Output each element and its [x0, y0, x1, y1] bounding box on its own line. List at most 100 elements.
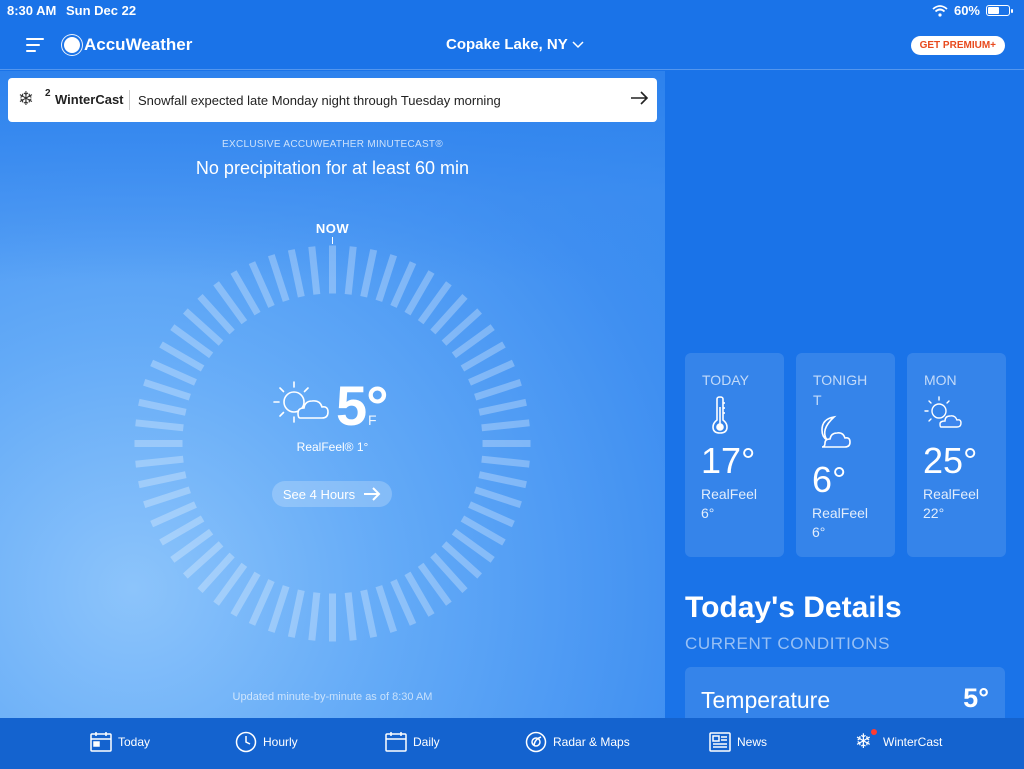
dial-tick [474, 378, 522, 401]
dial-tick [344, 592, 357, 641]
minutecast-panel: EXCLUSIVE ACCUWEATHER MINUTECAST® No pre… [0, 71, 665, 718]
status-date: Sun Dec 22 [66, 3, 137, 18]
thermometer-icon [712, 396, 728, 434]
dial-tick [308, 592, 321, 641]
minutecast-label: EXCLUSIVE ACCUWEATHER MINUTECAST® [222, 139, 443, 150]
menu-icon[interactable] [26, 36, 44, 52]
status-bar: 8:30 AM Sun Dec 22 60% [0, 0, 1024, 22]
tab-label: WinterCast [883, 735, 943, 749]
updated-timestamp: Updated minute-by-minute as of 8:30 AM [232, 691, 433, 703]
radar-icon [525, 731, 547, 753]
app-name: AccuWeather [84, 35, 193, 54]
forecast-temp: 25° [923, 440, 978, 481]
tab-daily[interactable]: Daily [385, 731, 440, 753]
details-title: Today's Details [685, 591, 902, 624]
dial-tick [143, 378, 191, 401]
dial-tick [150, 359, 197, 386]
detail-name: Temperature [701, 687, 831, 713]
forecast-card-today[interactable]: TODAY 17° RealFeel 6° [685, 353, 784, 557]
tab-news[interactable]: News [709, 731, 767, 753]
dial-tick [478, 471, 527, 489]
dial-tick [481, 455, 530, 468]
accuweather-sun-icon [64, 37, 80, 53]
right-panel: TODAY 17° RealFeel 6° TONIGHT 6° RealFee… [665, 71, 1024, 727]
status-indicators: 60% [932, 3, 1013, 18]
get-premium-button[interactable]: GET PREMIUM+ [910, 36, 1005, 55]
tab-bar: Today Hourly Daily Radar & Maps News ❄ W… [0, 718, 1024, 769]
forecast-realfeel-value: 22° [923, 505, 945, 521]
dial-tick [308, 246, 321, 295]
wintercast-count: 2 [45, 88, 51, 99]
location-name: Copake Lake, NY [446, 36, 568, 53]
forecast-card-tonight[interactable]: TONIGHT 6° RealFeel 6° [796, 353, 895, 557]
partly-sunny-icon [273, 381, 329, 423]
dial-tick [478, 398, 527, 416]
dial-tick [248, 261, 275, 308]
dial-tick [287, 589, 305, 638]
dial-tick [481, 419, 530, 432]
temperature-unit: F [368, 412, 377, 428]
forecast-label: MON [924, 372, 957, 388]
tab-today[interactable]: Today [90, 731, 150, 753]
snowflake-icon: ❄ [855, 729, 877, 753]
notification-dot [871, 729, 877, 735]
forecast-temp: 17° [701, 440, 756, 481]
forecast-temp: 6° [812, 459, 847, 500]
tab-label: Hourly [263, 735, 298, 749]
wintercast-banner[interactable]: ❄ 2 WinterCast Snowfall expected late Mo… [8, 78, 657, 122]
dial-tick [267, 585, 290, 633]
news-icon [709, 732, 731, 752]
forecast-realfeel-value: 6° [812, 524, 826, 540]
forecast-card-mon[interactable]: MON 25° RealFeel 22° [907, 353, 1006, 557]
dial-tick [468, 501, 515, 528]
dial-tick [390, 579, 417, 626]
minutecast-summary: No precipitation for at least 60 min [195, 158, 470, 178]
forecast-realfeel-label: RealFeel [701, 486, 758, 502]
tab-radar-maps[interactable]: Radar & Maps [525, 731, 630, 753]
clock-icon [235, 731, 257, 753]
dial-tick [287, 249, 305, 298]
dial-tick [474, 486, 522, 509]
tab-label: Radar & Maps [553, 735, 630, 749]
tab-wintercast[interactable]: ❄ WinterCast [855, 729, 943, 753]
dial-tick [138, 398, 187, 416]
forecast-realfeel-value: 6° [701, 505, 715, 521]
dial-tick [468, 359, 515, 386]
battery-percent: 60% [953, 3, 980, 18]
top-bar: AccuWeather Copake Lake, NY GET PREMIUM+ [0, 22, 1024, 70]
dial-tick [135, 419, 184, 432]
see-hours-label: See 4 Hours [282, 486, 356, 502]
battery-icon [986, 5, 1013, 16]
dial-tick [390, 261, 417, 308]
tab-label: Today [118, 735, 151, 749]
details-subtitle: CURRENT CONDITIONS [685, 634, 891, 653]
dial-tick [267, 254, 290, 302]
forecast-label: TONIGHT [813, 372, 868, 408]
location-selector[interactable]: Copake Lake, NY [446, 36, 584, 53]
current-realfeel: RealFeel® 1° [296, 440, 369, 454]
now-label: NOW [315, 221, 350, 236]
battery-level [988, 7, 1000, 14]
wintercast-message: Snowfall expected late Monday night thro… [138, 93, 501, 108]
arrow-right-icon [631, 91, 649, 105]
dial-tick [360, 589, 378, 638]
see-hours-button[interactable]: See 4 Hours [272, 481, 392, 507]
dial-tick [150, 501, 197, 528]
moon-cloud-icon [821, 415, 851, 448]
chevron-down-icon [572, 40, 584, 48]
calendar-today-icon [90, 732, 112, 752]
app-logo: AccuWeather [64, 35, 192, 55]
forecast-realfeel-label: RealFeel [812, 505, 869, 521]
dial-tick [143, 486, 191, 509]
tab-hourly[interactable]: Hourly [235, 731, 298, 753]
snowflake-icon: ❄ [18, 89, 34, 110]
partly-sunny-icon [924, 396, 962, 428]
dial-tick [375, 254, 398, 302]
detail-value: 5° [963, 683, 989, 713]
status-time: 8:30 AM [7, 3, 57, 18]
dial-tick [375, 585, 398, 633]
tab-label: News [737, 735, 768, 749]
wifi-icon [932, 4, 948, 17]
dial-tick [248, 579, 275, 626]
dial-tick [138, 471, 187, 489]
